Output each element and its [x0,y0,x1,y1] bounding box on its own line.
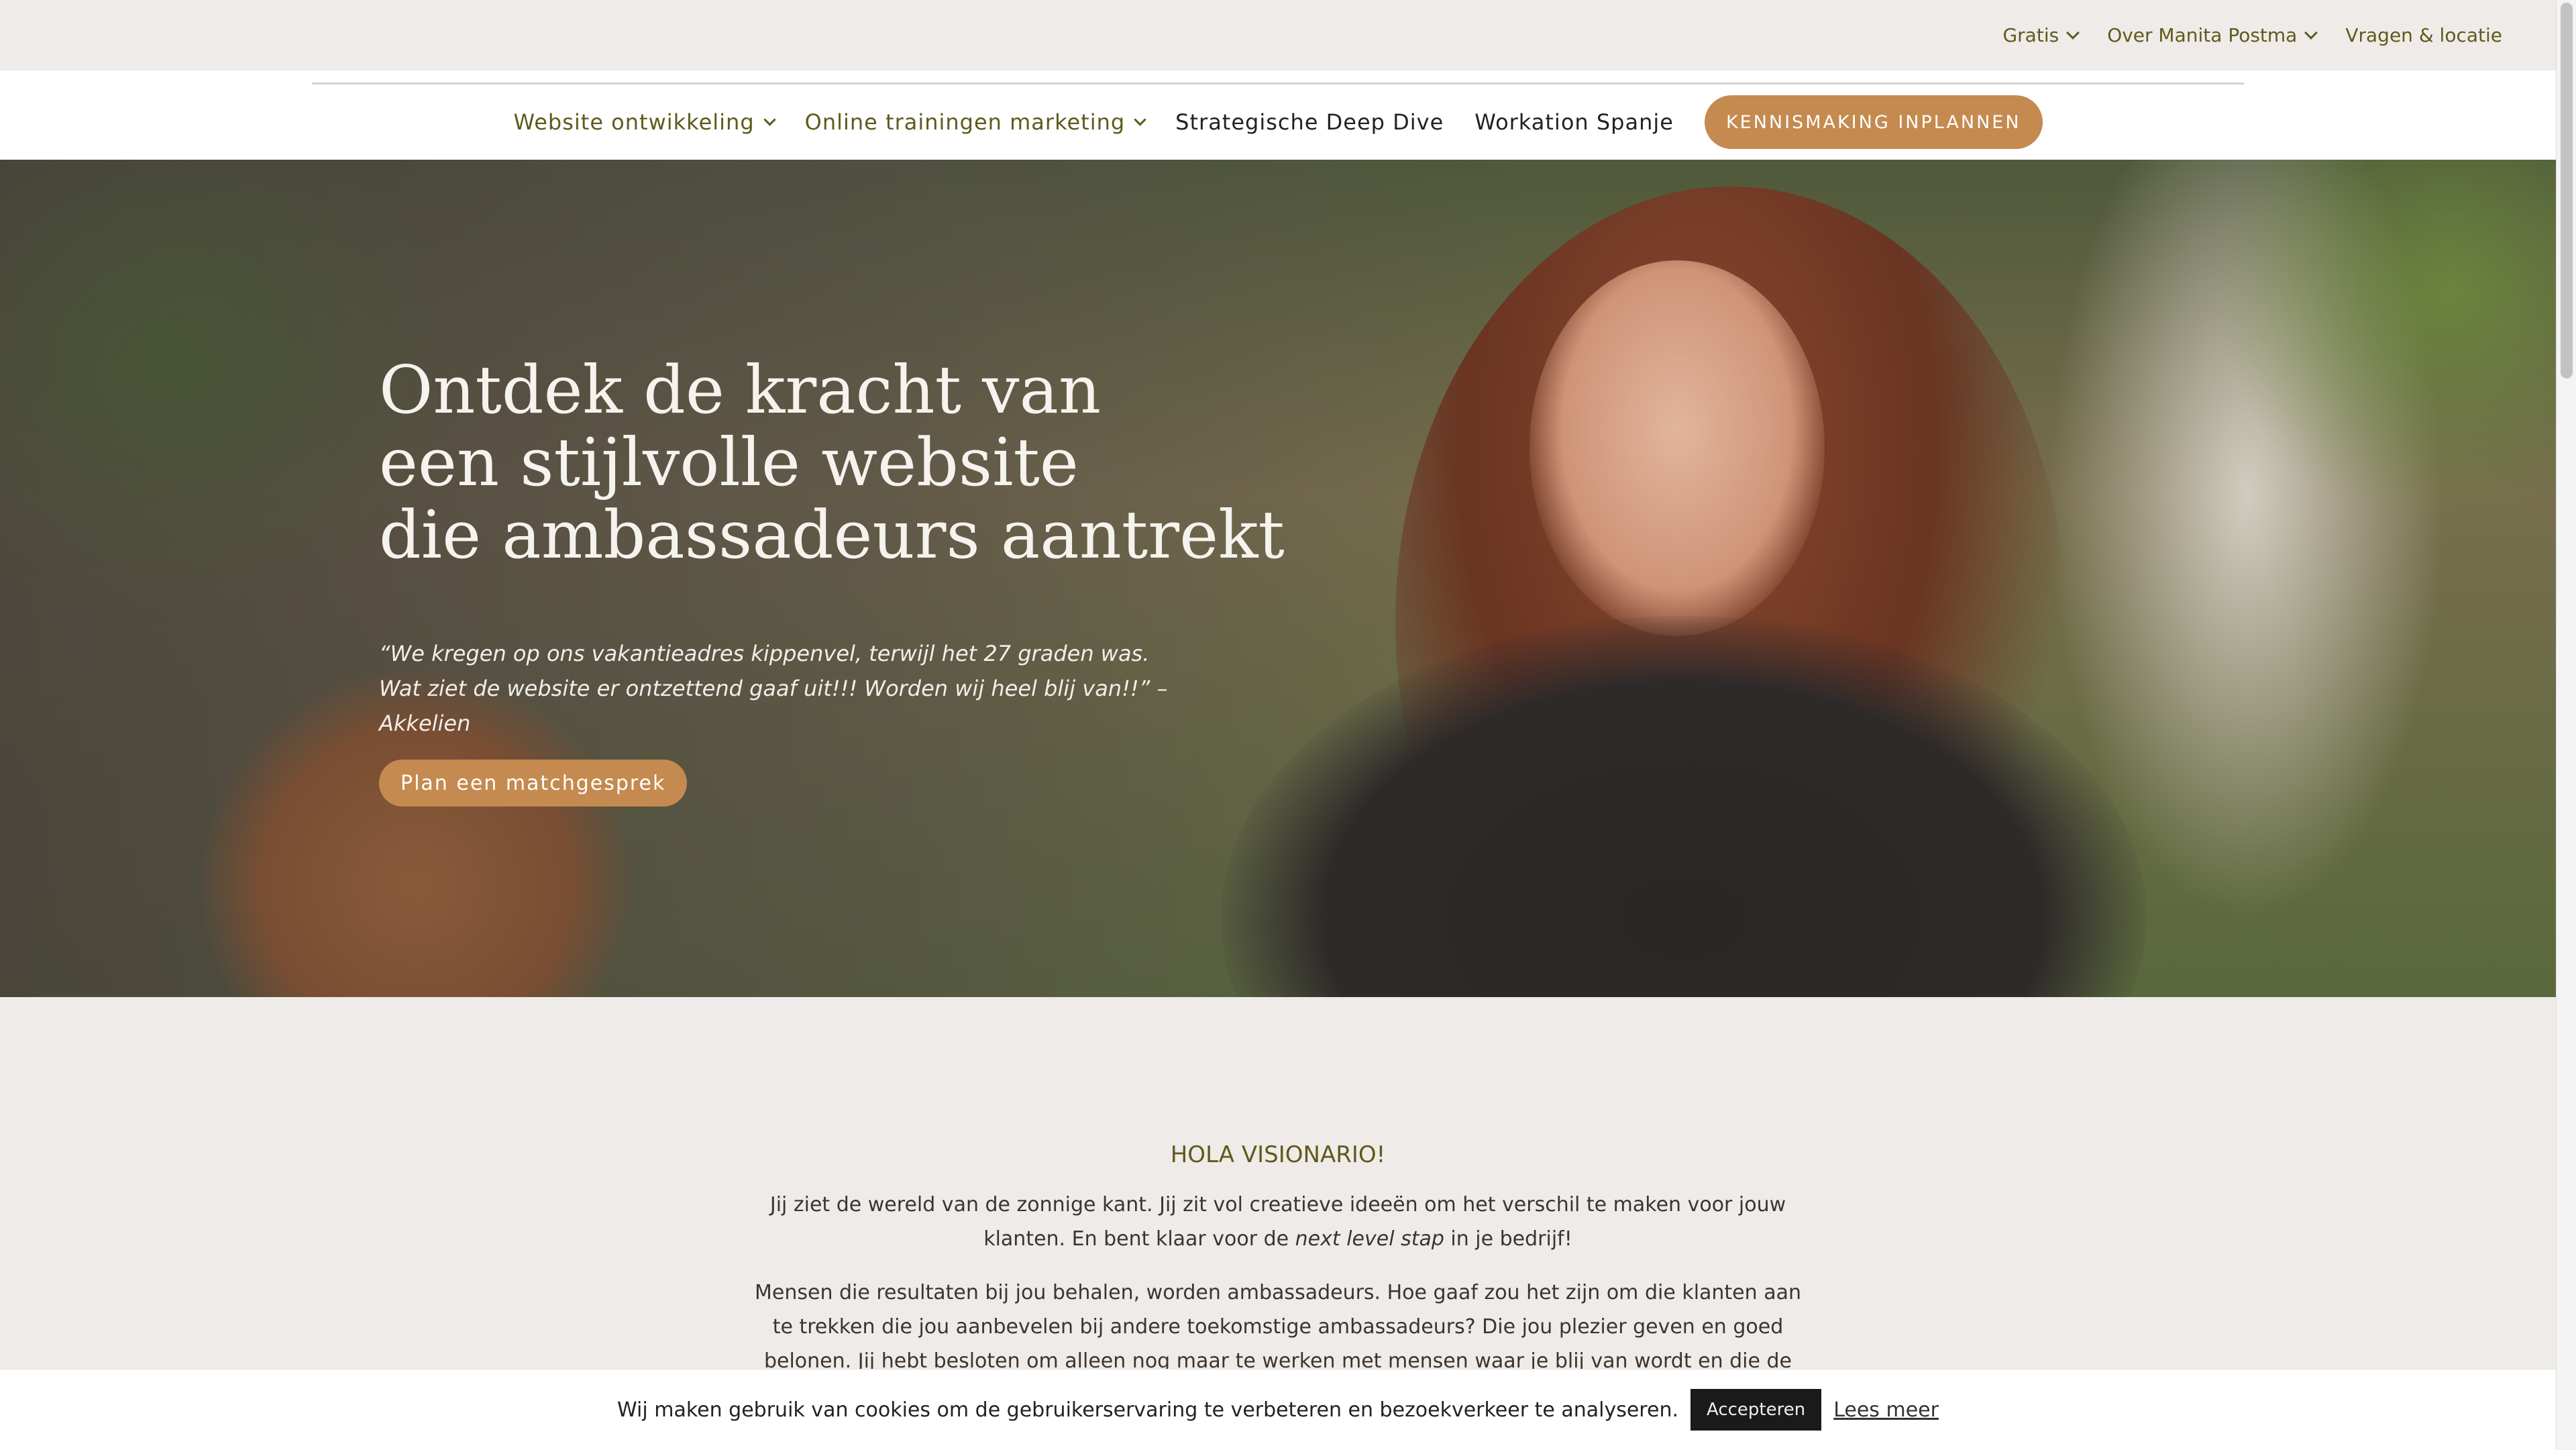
main-navigation: Website ontwikkeling Online trainingen m… [0,70,2556,160]
top-menu-label: Gratis [2002,24,2059,46]
nav-item-label: Strategische Deep Dive [1175,109,1444,135]
cookie-text: Wij maken gebruik van cookies om de gebr… [617,1398,1678,1422]
intro-text: in je bedrijf! [1444,1227,1572,1251]
intro-paragraph: Jij ziet de wereld van de zonnige kant. … [755,1188,1801,1256]
kennismaking-inplannen-button[interactable]: KENNISMAKING INPLANNEN [1704,95,2043,149]
cookie-bar: Wij maken gebruik van cookies om de gebr… [0,1369,2556,1450]
hero-title-line: een stijlvolle website [379,425,1079,501]
scrollbar[interactable] [2556,0,2576,1449]
top-menu-gratis[interactable]: Gratis [2002,24,2080,46]
chevron-down-icon [1134,113,1146,126]
top-bar: Gratis Over Manita Postma Vragen & locat… [0,0,2556,70]
nav-item-workation-spanje[interactable]: Workation Spanje [1474,109,1674,135]
chevron-down-icon [2304,25,2318,40]
top-menu: Gratis Over Manita Postma Vragen & locat… [2002,0,2502,70]
chevron-down-icon [2066,25,2080,40]
nav-item-website-ontwikkeling[interactable]: Website ontwikkeling [513,109,776,135]
top-menu-label: Vragen & locatie [2345,24,2502,46]
nav-item-label: Website ontwikkeling [513,109,755,135]
testimonial-quote: “We kregen op ons vakantieadres kippenve… [379,641,1168,736]
intro-emphasis: next level stap [1295,1227,1444,1251]
nav-item-online-trainingen[interactable]: Online trainingen marketing [804,109,1146,135]
accept-cookies-button[interactable]: Accepteren [1690,1389,1822,1431]
nav-item-strategische-deep-dive[interactable]: Strategische Deep Dive [1175,109,1444,135]
page: Gratis Over Manita Postma Vragen & locat… [0,0,2556,1450]
hero-title: Ontdek de kracht van een stijlvolle webs… [379,354,1285,572]
nav-item-label: Workation Spanje [1474,109,1674,135]
read-more-link[interactable]: Lees meer [1833,1398,1939,1422]
scrollbar-thumb[interactable] [2561,3,2573,378]
hero-section: Ontdek de kracht van een stijlvolle webs… [0,160,2556,997]
hero-title-line: die ambassadeurs aantrekt [379,497,1285,574]
nav-divider [312,83,2244,85]
intro-text: Jij ziet de wereld van de zonnige kant. … [769,1193,1786,1251]
chevron-down-icon [763,113,776,126]
hero-title-line: Ontdek de kracht van [379,352,1102,429]
section-heading: HOLA VISIONARIO! [1170,1141,1386,1168]
main-menu: Website ontwikkeling Online trainingen m… [0,95,2556,149]
top-menu-vragen-locatie[interactable]: Vragen & locatie [2345,24,2502,46]
plan-matchgesprek-button[interactable]: Plan een matchgesprek [379,760,688,807]
nav-item-label: Online trainingen marketing [804,109,1126,135]
top-menu-label: Over Manita Postma [2107,24,2298,46]
top-menu-over-manita-postma[interactable]: Over Manita Postma [2107,24,2318,46]
